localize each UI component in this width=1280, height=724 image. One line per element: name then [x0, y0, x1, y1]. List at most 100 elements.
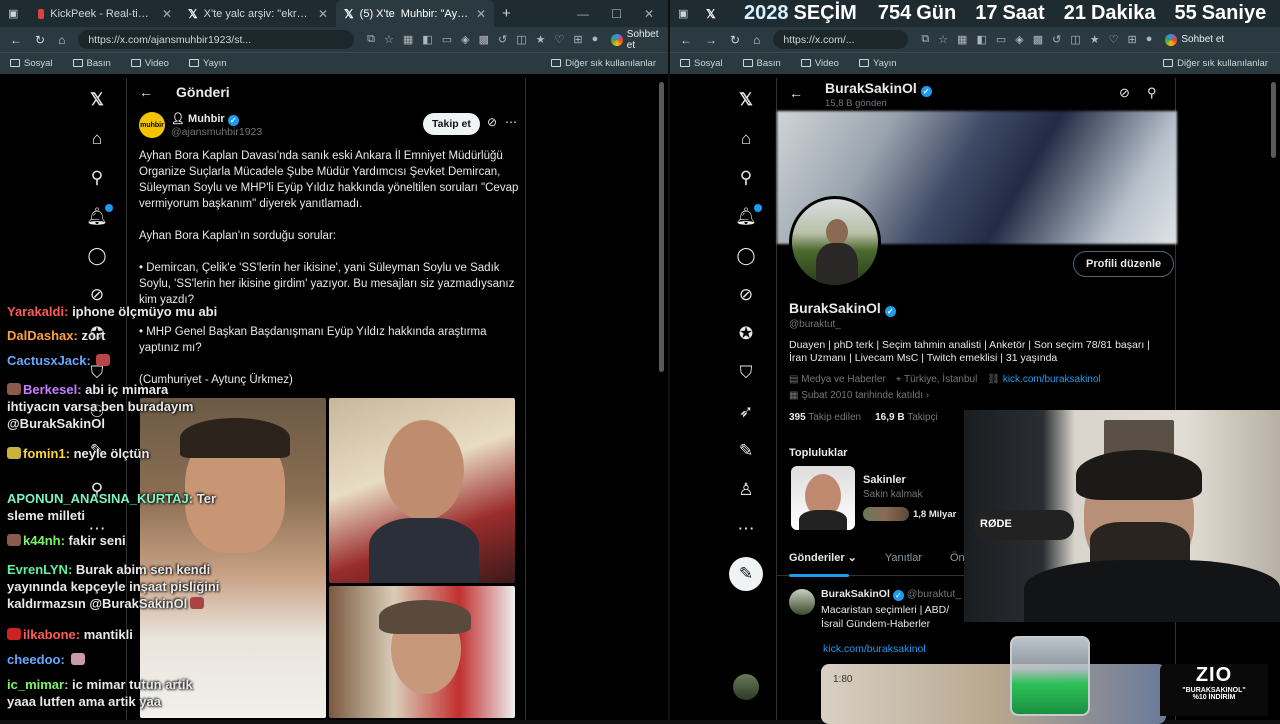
- favorites-icon[interactable]: ★: [1090, 33, 1100, 46]
- messages-icon[interactable]: ◯: [736, 236, 755, 275]
- notifications-bell-icon[interactable]: 🔔︎: [86, 197, 108, 236]
- extension-icon[interactable]: ▭: [996, 33, 1006, 46]
- profile-avatar-icon[interactable]: ●: [592, 33, 599, 46]
- forward-icon[interactable]: →: [705, 33, 717, 47]
- x-logo-icon[interactable]: 𝕏: [90, 80, 104, 119]
- home-icon[interactable]: ⌂: [753, 33, 760, 47]
- refresh-ext-icon[interactable]: ↺: [498, 33, 507, 46]
- bookmark-basin[interactable]: Basın: [73, 58, 111, 69]
- post-photo-3[interactable]: [329, 586, 515, 718]
- community-name[interactable]: Sakinler: [863, 474, 906, 486]
- bookmark-other[interactable]: Diğer sık kullanılanlar: [1163, 58, 1280, 69]
- extension-icon[interactable]: ▩: [479, 33, 489, 46]
- copilot-chat-button[interactable]: Sohbet et: [1165, 34, 1224, 46]
- bookmark-sosyal[interactable]: Sosyal: [680, 58, 723, 69]
- grok-profile-icon[interactable]: ⊘: [1119, 85, 1130, 101]
- heart-icon[interactable]: ♡: [554, 33, 564, 46]
- premium-icon[interactable]: ✎: [739, 431, 753, 470]
- bookmark-basin[interactable]: Basın: [743, 58, 781, 69]
- favorites-icon[interactable]: ★: [536, 33, 546, 46]
- tab-x-archive[interactable]: 𝕏X'te yalc arşiv: "ekrem papazoğlu✕: [180, 0, 336, 27]
- grok-post-icon[interactable]: ⊘: [487, 115, 497, 129]
- tweet-link[interactable]: kick.com/buraksakinol: [823, 643, 926, 655]
- profile-link[interactable]: kick.com/buraksakinol: [1003, 374, 1101, 385]
- extension-icon[interactable]: ▦: [403, 33, 413, 46]
- tab-replies[interactable]: Yanıtlar: [885, 552, 922, 564]
- url-field[interactable]: https://x.com/ajansmuhbir1923/st...: [78, 30, 354, 49]
- extension-icon[interactable]: ◧: [422, 33, 432, 46]
- search-icon[interactable]: ⚲: [1147, 85, 1157, 101]
- back-icon[interactable]: ←: [10, 33, 22, 47]
- split-screen-icon[interactable]: ◫: [1070, 33, 1080, 46]
- extension-icon[interactable]: ◈: [461, 33, 469, 46]
- messages-icon[interactable]: ◯: [87, 236, 106, 275]
- back-icon[interactable]: ←: [680, 33, 692, 47]
- left-scrollbar[interactable]: [656, 78, 666, 720]
- bookmark-sosyal[interactable]: Sosyal: [10, 58, 53, 69]
- extensions-icon[interactable]: ⊞: [1128, 33, 1137, 46]
- refresh-ext-icon[interactable]: ↺: [1052, 33, 1061, 46]
- tweet-avatar[interactable]: [789, 589, 815, 615]
- bookmark-video[interactable]: Video: [801, 58, 839, 69]
- author-name[interactable]: 👤︎ Muhbir ✓: [171, 112, 239, 126]
- reload-icon[interactable]: ↻: [35, 33, 45, 47]
- search-icon[interactable]: ⚲: [740, 158, 752, 197]
- close-window-icon[interactable]: ✕: [644, 7, 654, 21]
- follow-button[interactable]: Takip et: [423, 113, 480, 135]
- home-icon[interactable]: ⌂: [92, 119, 102, 158]
- split-screen-icon[interactable]: ◫: [516, 33, 526, 46]
- account-avatar[interactable]: [733, 674, 759, 700]
- back-arrow-icon[interactable]: ←: [139, 84, 153, 100]
- post-compose-button[interactable]: ✎: [729, 554, 763, 593]
- close-tab-icon[interactable]: ✕: [162, 7, 172, 21]
- tab-actions-icon[interactable]: ▣: [670, 0, 698, 27]
- rocket-icon[interactable]: ➶: [739, 392, 753, 431]
- extension-icon[interactable]: ◈: [1015, 33, 1023, 46]
- favorite-star-icon[interactable]: ☆: [938, 33, 948, 46]
- url-field[interactable]: https://x.com/...: [773, 30, 908, 49]
- close-tab-icon[interactable]: ✕: [318, 7, 328, 21]
- extension-icon[interactable]: ▩: [1033, 33, 1043, 46]
- tab-x-profile[interactable]: 𝕏: [698, 0, 724, 27]
- read-aloud-icon[interactable]: ⧉: [367, 33, 375, 46]
- bookmark-yayin[interactable]: Yayın: [859, 58, 897, 69]
- grok-icon[interactable]: ⊘: [739, 275, 753, 314]
- tab-posts[interactable]: Gönderiler ⌄: [789, 551, 857, 564]
- community-avatar[interactable]: [791, 466, 855, 530]
- tweet-video-thumbnail[interactable]: 1:80: [821, 664, 1166, 724]
- verified-icon[interactable]: ✪: [739, 314, 753, 353]
- close-tab-icon[interactable]: ✕: [476, 7, 486, 21]
- right-scrollbar[interactable]: [1268, 78, 1278, 720]
- profile-avatar[interactable]: [789, 196, 881, 288]
- tweet-author[interactable]: BurakSakinOl: [821, 588, 890, 600]
- notifications-bell-icon[interactable]: 🔔︎: [735, 197, 757, 236]
- author-avatar[interactable]: muhbir: [139, 112, 165, 138]
- new-tab-button[interactable]: +: [494, 0, 519, 27]
- author-handle[interactable]: @ajansmuhbir1923: [171, 126, 262, 138]
- following-stat[interactable]: 395 Takip edilen: [789, 412, 861, 423]
- edit-profile-button[interactable]: Profili düzenle: [1073, 251, 1174, 277]
- bookmark-video[interactable]: Video: [131, 58, 169, 69]
- minimize-icon[interactable]: —: [577, 7, 589, 21]
- post-photo-2[interactable]: [329, 398, 515, 583]
- x-logo-icon[interactable]: 𝕏: [739, 80, 753, 119]
- more-options-icon[interactable]: ⋯: [505, 115, 517, 129]
- search-icon[interactable]: ⚲: [91, 158, 103, 197]
- read-aloud-icon[interactable]: ⧉: [921, 33, 929, 46]
- tab-actions-icon[interactable]: ▣: [0, 0, 30, 27]
- home-icon[interactable]: ⌂: [58, 33, 65, 47]
- extensions-icon[interactable]: ⊞: [573, 33, 582, 46]
- more-icon[interactable]: ⋯: [738, 509, 755, 548]
- reload-icon[interactable]: ↻: [730, 33, 740, 47]
- maximize-icon[interactable]: ☐: [611, 7, 622, 21]
- favorite-star-icon[interactable]: ☆: [384, 33, 394, 46]
- extension-icon[interactable]: ▭: [442, 33, 452, 46]
- extension-icon[interactable]: ◧: [976, 33, 986, 46]
- scrollbar-thumb[interactable]: [659, 82, 664, 372]
- followers-stat[interactable]: 16,9 B Takipçi: [875, 412, 938, 423]
- back-arrow-icon[interactable]: ←: [789, 85, 803, 101]
- copilot-chat-button[interactable]: Sohbet et: [611, 29, 668, 51]
- bookmarks-icon[interactable]: ⛉: [740, 353, 753, 392]
- bookmark-yayin[interactable]: Yayın: [189, 58, 227, 69]
- extension-icon[interactable]: ▦: [957, 33, 967, 46]
